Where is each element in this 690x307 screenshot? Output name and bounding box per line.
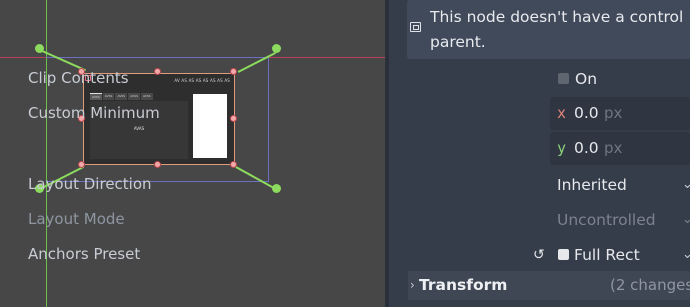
parent-rect-top	[46, 57, 268, 58]
anchor-line-top-right	[237, 52, 276, 73]
clip-contents-value[interactable]: On	[575, 69, 597, 89]
preview-tab: AVSS	[128, 93, 140, 100]
anchor-line-bottom-right	[235, 166, 277, 190]
transform-changes: (2 changes)	[610, 276, 690, 294]
preview-tab: AVSS	[90, 93, 102, 100]
anchor-pin-top-left[interactable]	[35, 44, 44, 53]
anchors-preset-label: Anchors Preset	[28, 245, 141, 263]
preview-white-box	[193, 94, 227, 158]
transform-section-header[interactable]: › Transform (2 changes)	[408, 271, 690, 300]
preview-tab: AVSS	[102, 93, 115, 100]
custom-minimum-label: Custom Minimum	[28, 104, 160, 122]
custom-minimum-y-unit: px	[604, 139, 623, 157]
parent-rect-right	[268, 57, 269, 182]
warning-text: This node doesn't have a control parent.	[430, 8, 684, 51]
resize-handle-right[interactable]	[230, 115, 237, 122]
anchors-preset-dropdown[interactable]: Full Rect	[574, 245, 640, 265]
chevron-right-icon: ›	[410, 278, 415, 292]
resize-handle-top[interactable]	[154, 68, 161, 75]
chevron-down-icon: ⌄	[682, 177, 690, 192]
resize-handle-bottom-right[interactable]	[230, 161, 237, 168]
preview-tab: AVSS	[140, 93, 153, 100]
resize-handle-bottom[interactable]	[154, 161, 161, 168]
configuration-warning: This node doesn't have a control parent.	[407, 0, 690, 59]
resize-handle-bottom-left[interactable]	[78, 161, 85, 168]
y-axis-label: y	[557, 139, 567, 157]
clip-contents-checkbox[interactable]	[558, 73, 569, 84]
layout-mode-label: Layout Mode	[28, 210, 125, 228]
preview-tab: AVSS	[115, 93, 128, 100]
layout-mode-dropdown[interactable]: Uncontrolled	[557, 210, 656, 230]
custom-minimum-x-unit: px	[604, 104, 623, 122]
control-node-icon	[410, 22, 421, 32]
anchor-pin-bottom-right[interactable]	[272, 184, 281, 193]
layout-direction-label: Layout Direction	[28, 175, 152, 193]
transform-title: Transform	[419, 276, 508, 294]
preview-tabs: AVSS AVSS AVSS AVSS AVSS	[90, 93, 153, 100]
layout-direction-dropdown[interactable]: Inherited	[557, 175, 627, 195]
resize-handle-top-right[interactable]	[230, 68, 237, 75]
full-rect-preset-icon	[558, 249, 569, 260]
clip-contents-label: Clip Contents	[28, 69, 129, 87]
anchor-pin-top-right[interactable]	[272, 44, 281, 53]
chevron-down-icon: ⌄	[682, 247, 690, 262]
chevron-down-icon: ⌄	[682, 212, 690, 227]
custom-minimum-y-value[interactable]: 0.0	[574, 138, 599, 158]
preview-panel-label: AVAS	[133, 126, 145, 131]
custom-minimum-x-value[interactable]: 0.0	[574, 103, 599, 123]
reset-icon[interactable]: ↺	[533, 245, 545, 265]
x-axis-label: x	[557, 104, 567, 122]
